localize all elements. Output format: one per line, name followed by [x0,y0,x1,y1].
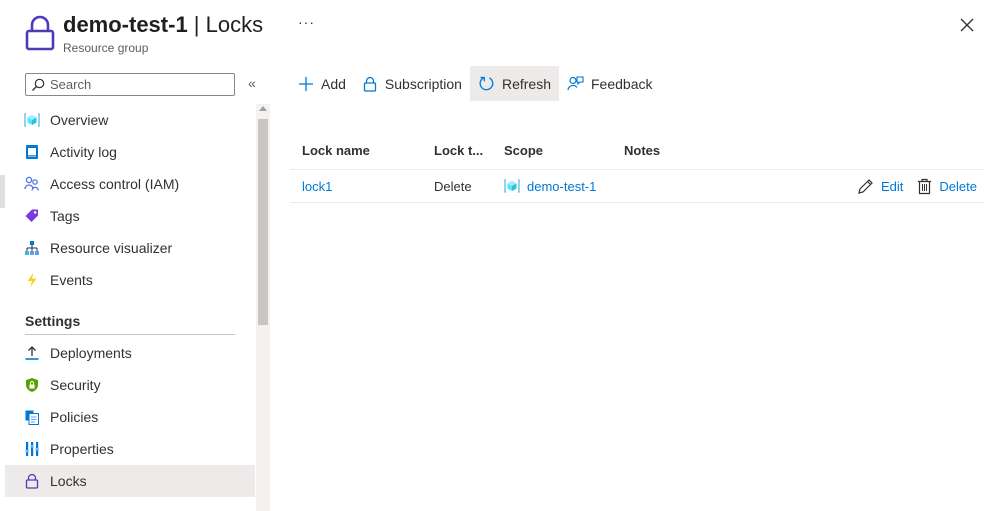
menu-item-label: Tags [50,208,80,224]
title-block: demo-test-1 | Locks Resource group [63,10,263,55]
pencil-icon [858,179,873,194]
lock-name-link[interactable]: lock1 [290,179,434,194]
menu-item-label: Access control (IAM) [50,176,180,192]
resource-group-cube-icon [24,112,40,128]
menu-item-deployments[interactable]: Deployments [5,337,255,369]
menu-item-access-control[interactable]: Access control (IAM) [5,168,255,200]
subscription-label: Subscription [384,75,462,92]
resource-type-subtitle: Resource group [63,41,149,55]
search-input[interactable] [50,77,230,92]
page-title: demo-test-1 | Locks [63,10,263,40]
scope-link[interactable]: demo-test-1 [527,179,596,194]
delete-button[interactable]: Delete [917,178,977,195]
menu-item-label: Events [50,272,93,288]
more-options-button[interactable]: ··· [298,14,315,30]
menu-item-locks[interactable]: Locks [5,465,255,497]
blade-header: demo-test-1 | Locks Resource group ··· [0,0,1004,66]
edit-label: Edit [881,179,904,194]
table-row: lock1 Delete demo-test-1 Edit Delete [290,170,984,203]
command-bar: Add Subscription Refresh Feedback [290,66,660,101]
menu-item-label: Security [50,377,101,393]
menu-item-label: Properties [50,441,114,457]
lock-type-cell: Delete [434,178,472,194]
menu-item-label: Overview [50,112,109,128]
hierarchy-icon [24,240,40,256]
title-separator: | [187,12,206,37]
subscription-button[interactable]: Subscription [354,66,470,101]
edit-button[interactable]: Edit [857,178,903,195]
add-label: Add [321,75,346,92]
add-button[interactable]: Add [290,66,354,101]
plus-icon [299,76,313,91]
menu-item-activity-log[interactable]: Activity log [5,136,255,168]
resource-group-cube-icon [504,178,520,194]
people-icon [24,176,40,192]
menu-item-policies[interactable]: Policies [5,401,255,433]
close-icon[interactable] [958,16,976,34]
page-name: Locks [205,12,264,37]
menu-item-label: Locks [50,473,87,489]
scroll-up-arrow-icon[interactable] [259,106,267,111]
menu-item-label: Resource visualizer [50,240,173,256]
column-header-lock-type[interactable]: Lock t... [434,143,504,158]
grid-header-row: Lock name Lock t... Scope Notes [290,132,984,170]
upload-icon [24,345,40,361]
scope-cell: demo-test-1 [504,178,624,194]
trash-icon [918,178,932,195]
collapse-menu-button[interactable]: « [248,75,256,91]
settings-section-header: Settings [25,313,81,329]
refresh-icon [479,76,494,91]
column-header-lock-name[interactable]: Lock name [290,143,434,158]
refresh-label: Refresh [501,75,551,92]
menu-item-properties[interactable]: Properties [5,433,255,465]
policy-document-icon [24,409,40,425]
menu-list: Overview Activity log Access control (IA… [5,104,255,497]
menu-item-label: Deployments [50,345,132,361]
shield-icon [24,377,40,393]
row-actions: Edit Delete [843,170,977,203]
search-icon [32,78,45,91]
lock-icon [363,76,377,92]
resource-menu: « Overview Activity log [0,66,270,511]
search-box[interactable] [25,73,235,96]
menu-item-label: Policies [50,409,99,425]
menu-item-security[interactable]: Security [5,369,255,401]
lightning-icon [24,272,40,288]
refresh-button[interactable]: Refresh [469,66,559,101]
resource-name: demo-test-1 [63,12,188,37]
properties-bars-icon [24,441,40,457]
menu-scrollbar[interactable] [256,104,270,511]
lock-icon [24,473,40,489]
feedback-label: Feedback [591,75,653,92]
feedback-button[interactable]: Feedback [559,66,660,101]
menu-item-label: Activity log [50,144,117,160]
section-divider [25,334,235,335]
tag-icon [24,208,40,224]
menu-item-tags[interactable]: Tags [5,200,255,232]
locks-grid: Lock name Lock t... Scope Notes lock1 De… [290,132,984,203]
column-header-scope[interactable]: Scope [504,143,624,158]
menu-item-overview[interactable]: Overview [5,104,255,136]
feedback-icon [567,76,584,91]
menu-item-resource-visualizer[interactable]: Resource visualizer [5,232,255,264]
menu-item-events[interactable]: Events [5,264,255,296]
delete-label: Delete [939,179,977,194]
activity-log-icon [24,144,40,160]
scroll-thumb[interactable] [258,119,268,325]
lock-icon [25,15,55,51]
column-header-notes[interactable]: Notes [624,143,744,158]
